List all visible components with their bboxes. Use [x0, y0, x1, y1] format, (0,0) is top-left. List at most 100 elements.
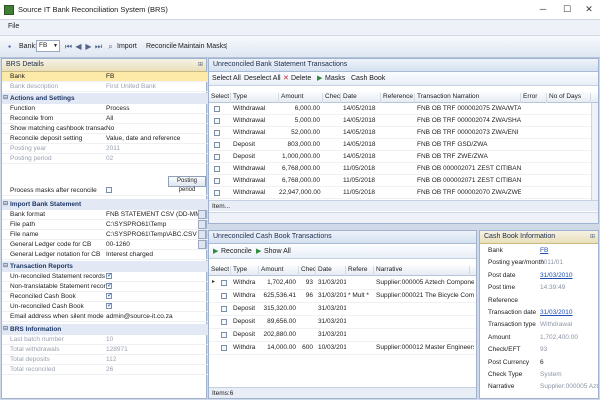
last-record-icon[interactable]: ⏭: [94, 41, 103, 52]
delete-button[interactable]: Delete: [291, 74, 311, 83]
property-email-address[interactable]: Email address when silent mode admin@sou…: [2, 312, 208, 322]
table-row[interactable]: Withdrawal 6,768,000.00 11/05/2018 FNB OB 0…: [209, 163, 598, 175]
table-row[interactable]: Deposit 202,880.00 31/03/2010: [209, 329, 476, 342]
column-header[interactable]: Date: [341, 93, 381, 103]
table-row[interactable]: Withdrawal 52,000.00 14/05/2018 FNB OB TRF …: [209, 127, 598, 139]
collapse-icon[interactable]: ⊟: [3, 93, 8, 104]
property-bank-format[interactable]: Bank format FNB STATEMENT CSV (DD-MM-YYY…: [2, 210, 208, 220]
property-report-reconciled-cashbook[interactable]: Reconciled Cash Book: [2, 292, 208, 302]
column-header[interactable]: Reference: [381, 93, 415, 103]
bank-statement-scrollbar[interactable]: [591, 103, 598, 201]
show-all-icon[interactable]: ▶: [256, 247, 261, 256]
reconcile-icon[interactable]: ▶: [213, 247, 218, 256]
table-row[interactable]: Withdra 14,000.00 600 10/03/2012 Supplier:00…: [209, 342, 476, 355]
property-reconcile-deposit[interactable]: Reconcile deposit setting Value, date an…: [2, 134, 208, 144]
property-file-path[interactable]: File path C:\SYSPRO61\Temp: [2, 220, 208, 230]
row-select-checkbox[interactable]: [214, 142, 220, 149]
table-row[interactable]: Deposit 89,656.00 31/03/2010: [209, 316, 476, 329]
maintain-masks-button[interactable]: Maintain Masks: [178, 41, 227, 52]
maximize-button[interactable]: ☐: [560, 3, 574, 16]
column-header[interactable]: Select: [209, 266, 231, 276]
category-import[interactable]: ⊟ Import Bank Statement: [2, 199, 208, 210]
property-process-masks[interactable]: Process masks after reconcile: [2, 186, 208, 196]
save-icon[interactable]: ▪: [5, 41, 14, 52]
column-header[interactable]: Type: [231, 93, 279, 103]
property-bank[interactable]: Bank FB: [2, 72, 208, 82]
collapse-icon[interactable]: ⊟: [3, 261, 8, 272]
category-info[interactable]: ⊟ BRS Information: [2, 324, 208, 335]
table-row[interactable]: Withdrawal 22,947,000.00 11/05/2018 FNB OB …: [209, 187, 598, 199]
row-select-checkbox[interactable]: [221, 332, 227, 339]
row-select-checkbox[interactable]: [221, 293, 227, 300]
report-checkbox[interactable]: [106, 293, 113, 300]
table-row[interactable]: Withdra 625,536.41 96 31/03/2010* Mult * Sup…: [209, 290, 476, 303]
column-header[interactable]: Amount: [259, 266, 299, 276]
minimize-button[interactable]: ─: [536, 3, 550, 16]
row-select-checkbox[interactable]: [221, 345, 227, 352]
ellipsis-button[interactable]: [198, 210, 206, 219]
row-select-checkbox[interactable]: [214, 154, 220, 161]
row-select-checkbox[interactable]: [214, 166, 220, 173]
row-select-checkbox[interactable]: [214, 118, 220, 125]
column-header[interactable]: Check: [323, 93, 341, 103]
reconcile-grid-button[interactable]: Reconcile: [221, 247, 252, 256]
info-value[interactable]: 31/03/2010: [540, 272, 598, 279]
report-checkbox[interactable]: [106, 303, 113, 310]
bank-select[interactable]: FB ▼: [36, 40, 60, 52]
previous-record-icon[interactable]: ◀: [74, 41, 83, 52]
property-gl-notation[interactable]: General Ledger notation for CB Interest …: [2, 250, 208, 260]
column-header[interactable]: Amount: [279, 93, 323, 103]
row-select-checkbox[interactable]: [214, 190, 220, 197]
column-header[interactable]: Refere: [346, 266, 374, 276]
cash-book-button[interactable]: Cash Book: [351, 74, 385, 83]
column-header[interactable]: Date: [316, 266, 346, 276]
property-gl-code[interactable]: General Ledger code for CB 00-1260: [2, 240, 208, 250]
column-header[interactable]: Type: [231, 266, 259, 276]
table-row[interactable]: ▸ Withdra 1,702,400 93 31/03/2010 Supplier:00…: [209, 277, 476, 290]
property-report-unreconciled-statement[interactable]: Un-reconciled Statement records: [2, 272, 208, 282]
select-all-button[interactable]: Select All: [212, 74, 241, 83]
pin-icon[interactable]: ⊞: [198, 59, 203, 71]
overflow-icon[interactable]: ⁞: [222, 41, 231, 52]
column-header[interactable]: Check: [299, 266, 316, 276]
row-select-checkbox[interactable]: [214, 106, 220, 113]
close-button[interactable]: ✕: [582, 3, 596, 16]
table-row[interactable]: Deposit 803,000.00 14/05/2018 FNB OB TRF GS…: [209, 139, 598, 151]
info-value[interactable]: 31/03/2010: [540, 309, 598, 316]
table-row[interactable]: Withdrawal 5,000.00 14/05/2018 FNB OB TRF 0…: [209, 115, 598, 127]
collapse-icon[interactable]: ⊟: [3, 199, 8, 210]
search-icon[interactable]: ⌕: [106, 41, 115, 52]
report-checkbox[interactable]: [106, 283, 113, 290]
column-header[interactable]: No of Days: [547, 93, 591, 103]
column-header[interactable]: Error: [521, 93, 547, 103]
table-row[interactable]: Deposit 315,320.00 31/03/2010: [209, 303, 476, 316]
deselect-all-button[interactable]: Deselect All: [244, 74, 281, 83]
table-row[interactable]: Withdrawal 6,000.00 14/05/2018 FNB OB TRF 0…: [209, 103, 598, 115]
property-reconcile-from[interactable]: Reconcile from All: [2, 114, 208, 124]
show-all-button[interactable]: Show All: [264, 247, 291, 256]
row-select-checkbox[interactable]: [221, 306, 227, 313]
property-function[interactable]: Function Process: [2, 104, 208, 114]
column-header[interactable]: Select: [209, 93, 231, 103]
process-masks-checkbox[interactable]: [106, 187, 112, 194]
pin-icon[interactable]: ⊞: [590, 231, 595, 243]
column-header[interactable]: Transaction Narration: [415, 93, 521, 103]
first-record-icon[interactable]: ⏮: [64, 41, 73, 52]
table-row[interactable]: Deposit 1,000,000.00 14/05/2018 FNB OB TRF …: [209, 151, 598, 163]
ellipsis-button[interactable]: [198, 240, 206, 249]
horizontal-scrollbar[interactable]: [209, 212, 598, 223]
category-actions[interactable]: ⊟ Actions and Settings: [2, 93, 208, 104]
import-button[interactable]: Import: [117, 41, 137, 52]
next-record-icon[interactable]: ▶: [84, 41, 93, 52]
category-reports[interactable]: ⊟ Transaction Reports: [2, 261, 208, 272]
report-checkbox[interactable]: [106, 273, 113, 280]
menu-file[interactable]: File: [8, 23, 19, 30]
row-select-checkbox[interactable]: [221, 280, 227, 287]
property-file-name[interactable]: File name C:\SYSPRO61\Temp\ABC.CSV: [2, 230, 208, 240]
collapse-icon[interactable]: ⊟: [3, 324, 8, 335]
masks-icon[interactable]: ▶: [317, 74, 322, 83]
table-row[interactable]: Withdrawal 6,768,000.00 11/05/2018 FNB OB 0…: [209, 175, 598, 187]
row-select-checkbox[interactable]: [214, 130, 220, 137]
ellipsis-button[interactable]: [198, 230, 206, 239]
masks-button[interactable]: Masks: [325, 74, 345, 83]
